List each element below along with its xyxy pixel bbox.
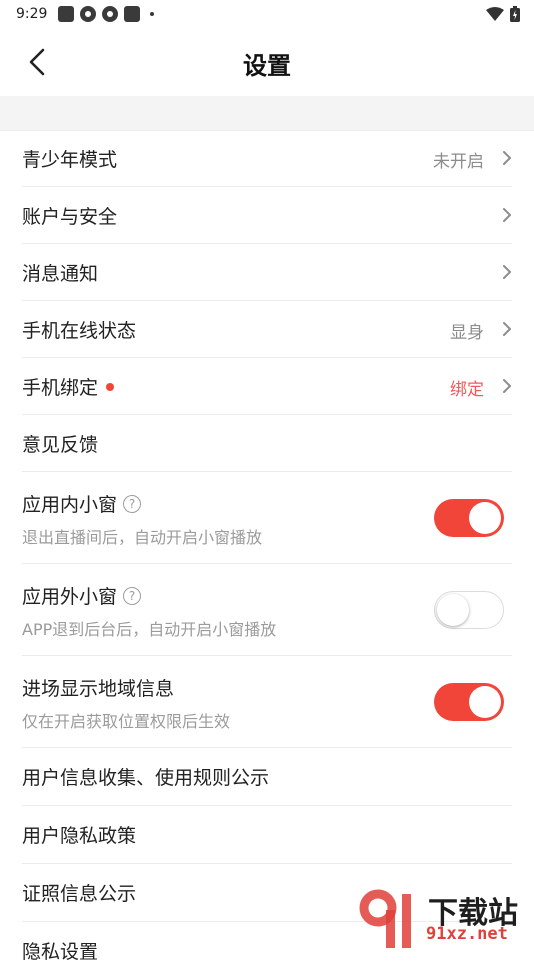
row-value: 显身 — [450, 323, 484, 343]
row-label: 证照信息公示 — [22, 883, 137, 905]
toggle-knob — [437, 594, 469, 626]
battery-icon — [510, 6, 520, 22]
header: 设置 — [0, 28, 534, 96]
chevron-right-icon — [503, 208, 511, 222]
app-notification-icon — [80, 6, 96, 22]
row-label-text: 手机绑定 — [22, 377, 99, 399]
row-description: 退出直播间后，自动开启小窗播放 — [22, 528, 263, 547]
row-description: APP退到后台后，自动开启小窗播放 — [22, 620, 277, 639]
row-label: 账户与安全 — [22, 206, 118, 228]
system-status-icons — [486, 6, 520, 22]
watermark: 下载站 91xz.net — [356, 886, 534, 950]
settings-row-teen-mode[interactable]: 青少年模式 未开启 — [22, 130, 512, 187]
settings-row-phone-binding[interactable]: 手机绑定 绑定 — [22, 358, 512, 415]
app-notification-icon — [58, 6, 74, 22]
row-label: 用户信息收集、使用规则公示 — [22, 767, 270, 789]
status-bar: 9:29 — [0, 0, 534, 28]
row-label-text: 应用内小窗 — [22, 494, 118, 516]
section-divider — [0, 96, 534, 131]
row-label: 青少年模式 — [22, 149, 118, 171]
row-description: 仅在开启获取位置权限后生效 — [22, 712, 231, 731]
settings-row-notifications[interactable]: 消息通知 — [22, 244, 512, 301]
settings-row-privacy-policy[interactable]: 用户隐私政策 — [22, 806, 512, 864]
row-value: 绑定 — [450, 380, 484, 400]
settings-row-out-app-float-window: 应用外小窗? APP退到后台后，自动开启小窗播放 — [22, 564, 512, 656]
red-dot-badge — [106, 382, 115, 391]
settings-list: 青少年模式 未开启 账户与安全 消息通知 手机在线状态 显身 手机绑定 绑定 意… — [0, 130, 534, 978]
settings-row-account-security[interactable]: 账户与安全 — [22, 187, 512, 244]
watermark-url: 91xz.net — [426, 924, 508, 944]
chevron-right-icon — [503, 151, 511, 165]
toggle-knob — [469, 686, 501, 718]
more-notifications-icon — [150, 12, 154, 16]
row-label-text: 应用外小窗 — [22, 586, 118, 608]
chevron-right-icon — [503, 322, 511, 336]
in-app-float-toggle[interactable] — [434, 499, 504, 537]
watermark-logo-icon — [359, 889, 411, 948]
row-value: 未开启 — [433, 152, 484, 172]
out-app-float-toggle[interactable] — [434, 591, 504, 629]
row-label: 手机在线状态 — [22, 320, 137, 342]
toggle-knob — [469, 502, 501, 534]
row-label: 进场显示地域信息 — [22, 678, 175, 700]
chevron-right-icon — [503, 265, 511, 279]
page-title: 设置 — [243, 52, 291, 80]
settings-row-show-region: 进场显示地域信息 仅在开启获取位置权限后生效 — [22, 656, 512, 748]
settings-row-info-collection-rules[interactable]: 用户信息收集、使用规则公示 — [22, 748, 512, 806]
row-label: 手机绑定 — [22, 373, 115, 400]
row-label: 意见反馈 — [22, 434, 99, 456]
row-label: 隐私设置 — [22, 941, 99, 963]
row-label: 消息通知 — [22, 263, 99, 285]
help-icon[interactable]: ? — [123, 494, 142, 513]
settings-row-feedback[interactable]: 意见反馈 — [22, 415, 512, 472]
row-label: 用户隐私政策 — [22, 825, 137, 847]
chevron-right-icon — [503, 379, 511, 393]
status-time: 9:29 — [16, 6, 48, 22]
settings-row-online-status[interactable]: 手机在线状态 显身 — [22, 301, 512, 358]
wifi-icon — [486, 7, 504, 21]
row-label: 应用内小窗? — [22, 490, 142, 517]
app-notification-icon — [124, 6, 140, 22]
help-icon[interactable]: ? — [123, 586, 142, 605]
app-notification-icon — [102, 6, 118, 22]
row-label: 应用外小窗? — [22, 582, 142, 609]
show-region-toggle[interactable] — [434, 683, 504, 721]
notification-icons — [58, 6, 154, 22]
settings-row-in-app-float-window: 应用内小窗? 退出直播间后，自动开启小窗播放 — [22, 472, 512, 564]
